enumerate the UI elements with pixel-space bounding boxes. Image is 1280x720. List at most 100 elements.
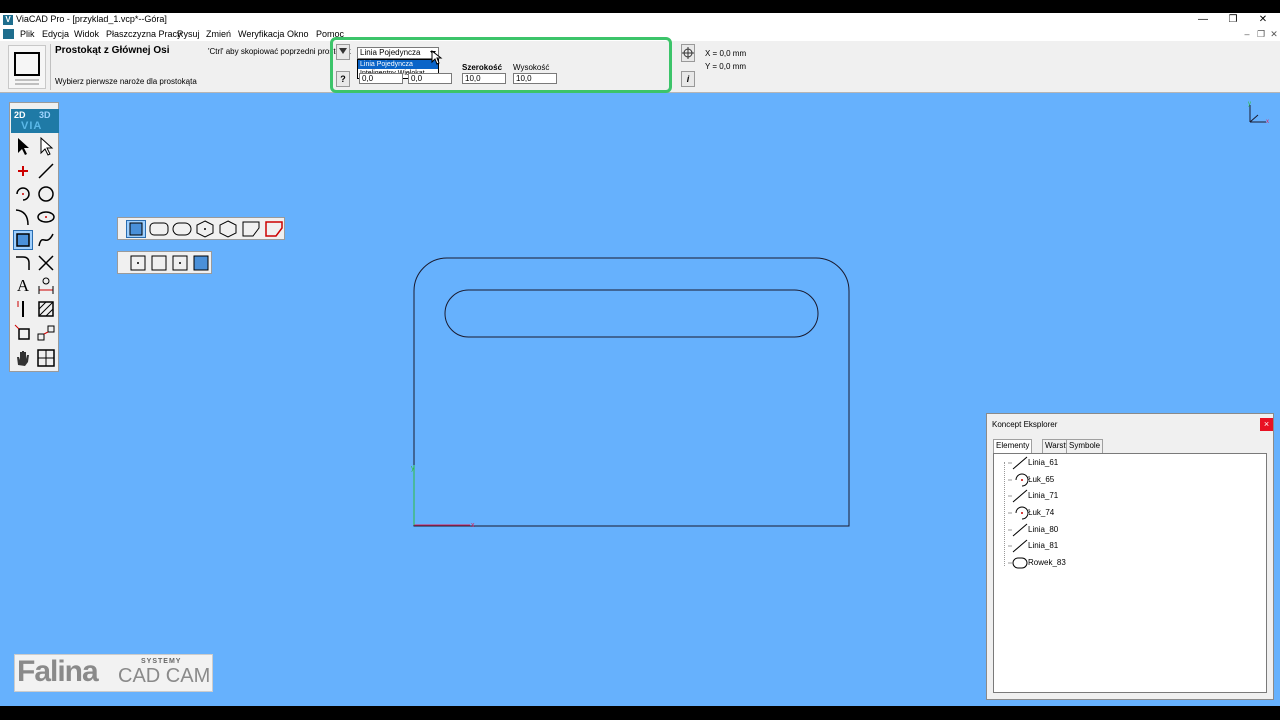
line-tool[interactable] — [36, 161, 56, 181]
rectangle-tool-icon — [14, 52, 40, 85]
chamfer-rect-red-option[interactable] — [264, 220, 284, 238]
rect-filled-option[interactable] — [191, 254, 211, 272]
ellipse-tool[interactable] — [36, 207, 56, 227]
menu-weryfikacja[interactable]: Weryfikacja — [238, 29, 284, 39]
square-icon — [129, 222, 143, 236]
info-button[interactable]: i — [681, 71, 695, 87]
tree-item-linia-61[interactable]: Linia_61 — [1002, 455, 1122, 471]
option-linia-pojedyncza[interactable]: Linia Pojedyncza — [358, 60, 438, 69]
slot-icon — [172, 222, 192, 236]
rectangle-mode-flyout — [117, 251, 212, 274]
snap-button[interactable] — [681, 44, 695, 62]
menu-okno[interactable]: Okno — [287, 29, 309, 39]
pan-tool[interactable] — [13, 348, 33, 368]
explorer-close-button[interactable]: × — [1260, 418, 1273, 431]
vertical-line-tool[interactable] — [13, 299, 33, 319]
rectangle-tool[interactable] — [13, 230, 33, 250]
square-dot-icon — [172, 255, 188, 271]
line-icon — [38, 163, 54, 179]
menu-edycja[interactable]: Edycja — [42, 29, 69, 39]
transform-tool[interactable] — [13, 323, 33, 343]
tree-item-luk-65[interactable]: Łuk_65 — [1002, 472, 1122, 488]
rect-2point-option[interactable] — [149, 254, 169, 272]
views-grid-icon — [37, 349, 55, 367]
chamfer-rect-option[interactable] — [241, 220, 261, 238]
origin-y-field[interactable]: 0,0 — [408, 73, 452, 84]
help-button[interactable]: ? — [336, 71, 350, 87]
point-tool[interactable] — [13, 161, 33, 181]
spline-tool[interactable] — [36, 230, 56, 250]
mdi-restore-button[interactable]: ❐ — [1254, 29, 1268, 40]
square-center-icon — [130, 255, 146, 271]
minimize-button[interactable]: — — [1188, 13, 1218, 28]
views-tool[interactable] — [36, 348, 56, 368]
arc-tangent-tool[interactable] — [13, 207, 33, 227]
rect-3point-option[interactable] — [170, 254, 190, 272]
trim-tool[interactable] — [36, 253, 56, 273]
2d-3d-switch[interactable]: 2D 3D VIA — [11, 109, 59, 133]
circle-tool[interactable] — [36, 184, 56, 204]
arc-icon — [1008, 506, 1028, 520]
rect-center-option[interactable] — [128, 254, 148, 272]
tab-elementy[interactable]: Elementy — [993, 439, 1033, 453]
hexagon-icon — [219, 220, 237, 238]
tree-item-linia-81[interactable]: Linia_81 — [1002, 538, 1122, 554]
concept-explorer-panel: Koncept Eksplorer × Elementy Warstwy Sym… — [986, 413, 1274, 700]
app-icon: V — [3, 15, 13, 25]
tree-item-linia-80[interactable]: Linia_80 — [1002, 522, 1122, 538]
arc-curve-icon — [15, 209, 29, 226]
polygon-center-option[interactable] — [195, 220, 215, 238]
polygon-option[interactable] — [218, 220, 238, 238]
select-tool[interactable] — [13, 136, 33, 156]
height-field[interactable]: 10,0 — [513, 73, 557, 84]
text-tool[interactable]: A — [13, 276, 33, 296]
tab-symbole[interactable]: Symbole — [1066, 439, 1104, 453]
rect-corner-option[interactable] — [126, 220, 146, 238]
hatch-tool[interactable] — [36, 299, 56, 319]
menu-rysuj[interactable]: Rysuj — [177, 29, 200, 39]
menu-plaszczyzna-pracy[interactable]: Płaszczyzna Pracy — [106, 29, 182, 39]
hatch-icon — [38, 301, 54, 317]
tree-item-linia-71[interactable]: Linia_71 — [1002, 488, 1122, 504]
arc-tool[interactable] — [13, 184, 33, 204]
line-type-value: Linia Pojedyncza — [360, 48, 421, 57]
triangle-down-icon — [339, 48, 347, 54]
dimension-tool[interactable] — [36, 276, 56, 296]
menu-plik[interactable]: Plik — [20, 29, 35, 39]
mdi-minimize-button[interactable]: ‒ — [1240, 29, 1254, 39]
document-icon — [3, 29, 14, 39]
fillet-tool[interactable] — [13, 253, 33, 273]
mdi-close-button[interactable]: ✕ — [1267, 29, 1280, 40]
elements-tree: Linia_61 Łuk_65 Linia_71 Łuk_74 Linia_80… — [993, 453, 1267, 693]
square-outline-icon — [151, 255, 167, 271]
menu-widok[interactable]: Widok — [74, 29, 99, 39]
close-button[interactable]: ✕ — [1248, 13, 1278, 28]
line-icon — [1008, 489, 1028, 503]
move-copy-tool[interactable] — [36, 323, 56, 343]
ellipse-icon — [37, 211, 55, 223]
line-type-select[interactable]: Linia Pojedyncza — [357, 47, 439, 59]
line-icon — [1008, 456, 1028, 470]
badge-3d: 3D — [39, 110, 51, 120]
spline-icon — [38, 233, 54, 247]
current-tool-button[interactable] — [8, 45, 46, 89]
tree-item-luk-74[interactable]: Łuk_74 — [1002, 505, 1122, 521]
origin-x-field[interactable]: 0,0 — [359, 73, 403, 84]
width-field[interactable]: 10,0 — [462, 73, 506, 84]
expand-button[interactable] — [336, 44, 350, 60]
rect-rounded-option[interactable] — [149, 220, 169, 238]
rectangle-icon — [16, 233, 30, 247]
axis-y-marker: y — [411, 465, 415, 472]
tree-item-rowek-83[interactable]: Rowek_83 — [1002, 555, 1122, 571]
title-bar: V ViaCAD Pro - [przyklad_1.vcp*--Góra] —… — [0, 13, 1280, 28]
menu-zmien[interactable]: Zmień — [206, 29, 231, 39]
arc-icon — [1008, 473, 1028, 487]
slot-option[interactable] — [172, 220, 192, 238]
rectangle-flyout — [117, 217, 285, 240]
arc-icon — [16, 187, 30, 201]
gizmo-x-label: x — [1266, 119, 1269, 125]
gizmo-y-label: y — [1248, 101, 1251, 107]
inspector-bar: Prostokąt z Głównej Osi 'Ctrl' aby skopi… — [0, 37, 1280, 93]
select-alt-tool[interactable] — [36, 136, 56, 156]
restore-button[interactable]: ❐ — [1218, 13, 1248, 28]
